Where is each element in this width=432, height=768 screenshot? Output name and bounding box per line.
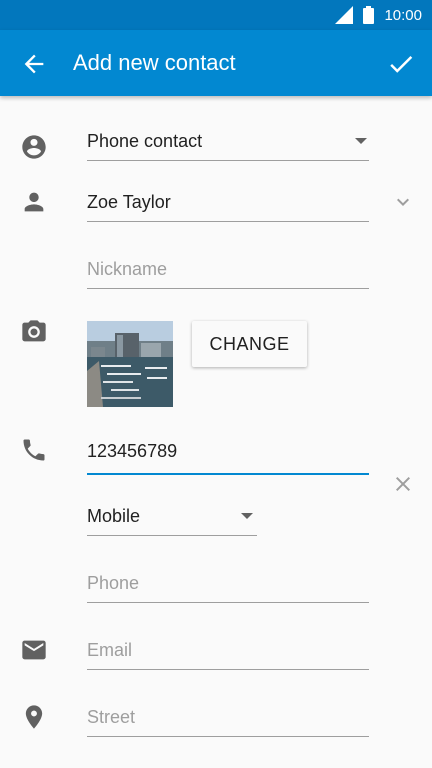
dropdown-arrow-icon <box>355 138 367 144</box>
email-field[interactable]: Email <box>87 631 369 670</box>
change-photo-button[interactable]: CHANGE <box>192 321 307 367</box>
email-placeholder: Email <box>87 640 133 660</box>
page-title: Add new contact <box>73 50 236 75</box>
save-button[interactable] <box>386 49 416 79</box>
phone-type-value: Mobile <box>87 506 141 526</box>
phone-field[interactable]: Phone <box>87 564 369 603</box>
phone-number-input[interactable]: 123456789 <box>87 432 369 475</box>
status-bar: 10:00 <box>0 0 432 30</box>
camera-icon <box>22 320 46 342</box>
status-time: 10:00 <box>384 6 422 24</box>
app-bar: Add new contact <box>0 30 432 96</box>
nickname-placeholder: Nickname <box>87 259 168 279</box>
account-circle-icon <box>22 135 46 159</box>
street-placeholder: Street <box>87 707 136 727</box>
signal-icon <box>335 6 354 24</box>
harbour-photo-image <box>87 321 173 407</box>
name-field[interactable]: Zoe Taylor <box>87 183 369 222</box>
phone-number-value: 123456789 <box>87 441 178 461</box>
account-value: Phone contact <box>87 131 203 151</box>
battery-icon <box>363 6 375 24</box>
location-pin-icon <box>25 705 43 729</box>
dropdown-arrow-icon <box>241 513 253 519</box>
clear-phone-close-icon[interactable] <box>391 472 415 496</box>
nickname-field[interactable]: Nickname <box>87 250 369 289</box>
email-icon <box>22 640 46 660</box>
person-icon <box>24 192 44 212</box>
checkmark-icon <box>390 55 413 73</box>
expand-name-chevron-icon[interactable] <box>391 190 415 214</box>
phone-type-dropdown[interactable]: Mobile <box>87 497 257 536</box>
back-arrow-icon <box>24 54 44 74</box>
account-dropdown[interactable]: Phone contact <box>87 122 369 161</box>
back-button[interactable] <box>20 50 48 78</box>
phone-placeholder: Phone <box>87 573 140 593</box>
contact-photo[interactable] <box>87 321 173 407</box>
phone-icon <box>23 439 45 461</box>
street-field[interactable]: Street <box>87 698 369 737</box>
name-value: Zoe Taylor <box>87 192 171 212</box>
